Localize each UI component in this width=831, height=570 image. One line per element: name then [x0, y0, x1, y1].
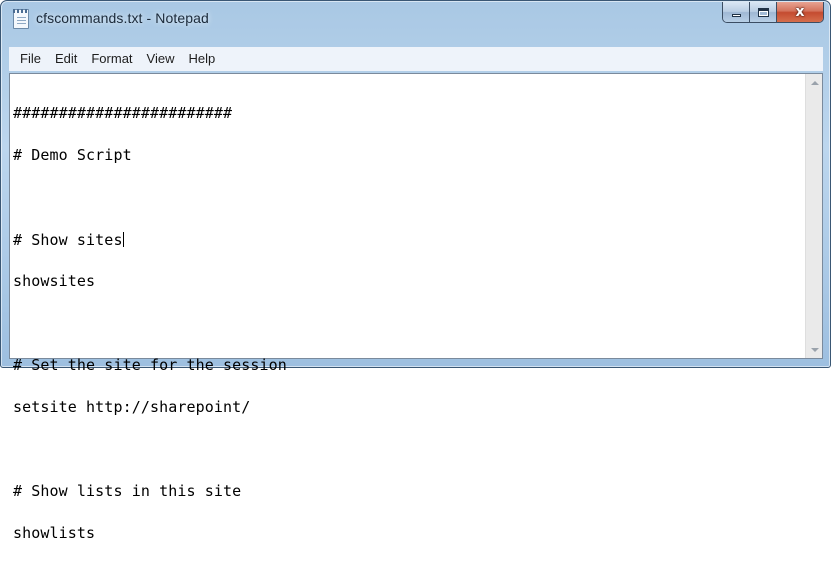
menu-format[interactable]: Format — [84, 47, 139, 71]
notepad-icon[interactable] — [13, 9, 29, 29]
text-line — [13, 190, 801, 204]
text-content[interactable]: ######################## # Demo Script #… — [13, 78, 801, 541]
scroll-up-button[interactable] — [806, 74, 823, 91]
minimize-button[interactable] — [723, 2, 750, 22]
text-line: showsites — [13, 272, 96, 290]
notepad-window: cfscommands.txt - Notepad x File Edit Fo… — [0, 0, 831, 541]
vertical-scrollbar[interactable] — [805, 74, 822, 358]
text-line: ######################## — [13, 104, 233, 122]
scroll-down-arrow-icon — [810, 347, 819, 352]
text-line: showlists — [13, 524, 96, 542]
scroll-up-arrow-icon — [810, 80, 819, 85]
text-line — [13, 316, 801, 330]
window-title: cfscommands.txt - Notepad — [36, 10, 209, 26]
text-line: # Show lists in this site — [13, 482, 242, 500]
text-line: # Set the site for the session — [13, 356, 287, 374]
menu-view[interactable]: View — [140, 47, 182, 71]
text-line-with-caret: # Show sites — [13, 231, 801, 249]
text-line — [13, 442, 801, 456]
scroll-down-button[interactable] — [806, 341, 823, 358]
text-line: # Show sites — [13, 231, 123, 249]
menu-file[interactable]: File — [13, 47, 48, 71]
title-bar[interactable]: cfscommands.txt - Notepad x — [1, 1, 830, 41]
maximize-icon — [757, 7, 769, 17]
close-icon: x — [795, 4, 805, 20]
maximize-button[interactable] — [750, 2, 777, 22]
minimize-icon — [731, 14, 741, 17]
caption-buttons: x — [722, 2, 824, 23]
close-button[interactable]: x — [777, 2, 823, 22]
text-line: # Demo Script — [13, 146, 132, 164]
text-caret — [122, 232, 124, 247]
text-editor[interactable]: ######################## # Demo Script #… — [9, 73, 823, 541]
menu-bar: File Edit Format View Help — [9, 47, 823, 71]
menu-edit[interactable]: Edit — [48, 47, 84, 71]
menu-help[interactable]: Help — [181, 47, 222, 71]
text-line: setsite http://sharepoint/ — [13, 398, 251, 416]
